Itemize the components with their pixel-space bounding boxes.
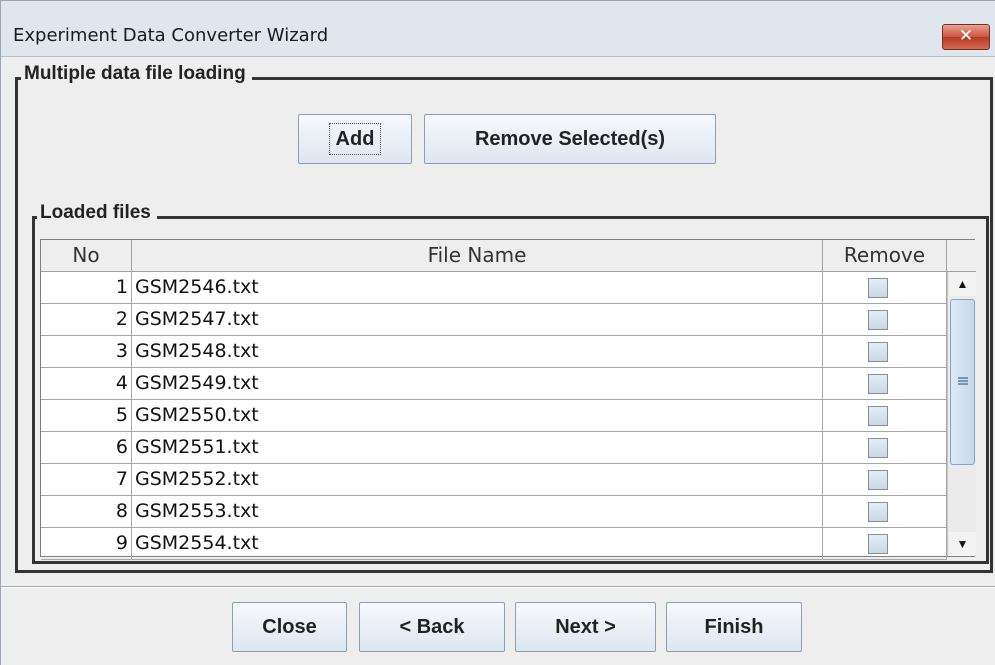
table-row[interactable]: 9 GSM2554.txt bbox=[41, 528, 947, 560]
footer-separator bbox=[1, 586, 995, 588]
table-row[interactable]: 5 GSM2550.txt bbox=[41, 400, 947, 432]
file-name-cell[interactable]: GSM2549.txt bbox=[132, 368, 823, 399]
finish-button[interactable]: Finish bbox=[666, 602, 802, 652]
column-header-no[interactable]: No bbox=[41, 240, 132, 271]
remove-cell bbox=[823, 368, 947, 399]
window-title: Experiment Data Converter Wizard bbox=[13, 25, 329, 46]
table-row[interactable]: 7 GSM2552.txt bbox=[41, 464, 947, 496]
remove-cell bbox=[823, 400, 947, 431]
scrollbar-thumb[interactable] bbox=[950, 299, 975, 465]
remove-checkbox[interactable] bbox=[868, 278, 888, 298]
file-name-cell[interactable]: GSM2551.txt bbox=[132, 432, 823, 463]
remove-cell bbox=[823, 336, 947, 367]
row-number: 1 bbox=[41, 272, 132, 303]
table-body: 1 GSM2546.txt 2 GSM2547.txt 3 GSM2548.tx… bbox=[41, 272, 947, 560]
file-name-cell[interactable]: GSM2552.txt bbox=[132, 464, 823, 495]
table-row[interactable]: 6 GSM2551.txt bbox=[41, 432, 947, 464]
table-header: No File Name Remove bbox=[41, 240, 976, 272]
column-header-file-name[interactable]: File Name bbox=[132, 240, 823, 271]
remove-checkbox[interactable] bbox=[868, 406, 888, 426]
row-number: 8 bbox=[41, 496, 132, 527]
close-button[interactable]: Close bbox=[232, 602, 347, 652]
remove-checkbox[interactable] bbox=[868, 534, 888, 554]
row-number: 7 bbox=[41, 464, 132, 495]
remove-cell bbox=[823, 496, 947, 527]
file-name-cell[interactable]: GSM2547.txt bbox=[132, 304, 823, 335]
row-number: 6 bbox=[41, 432, 132, 463]
file-name-cell[interactable]: GSM2548.txt bbox=[132, 336, 823, 367]
remove-checkbox[interactable] bbox=[868, 470, 888, 490]
row-number: 3 bbox=[41, 336, 132, 367]
file-name-cell[interactable]: GSM2553.txt bbox=[132, 496, 823, 527]
multiple-data-file-loading-legend: Multiple data file loading bbox=[21, 63, 252, 85]
title-bar[interactable]: Experiment Data Converter Wizard ✕ bbox=[1, 1, 995, 57]
arrow-up-icon: ▲ bbox=[956, 277, 969, 291]
table-row[interactable]: 1 GSM2546.txt bbox=[41, 272, 947, 304]
remove-cell bbox=[823, 528, 947, 559]
remove-checkbox[interactable] bbox=[868, 374, 888, 394]
add-button[interactable]: Add bbox=[298, 114, 412, 164]
wizard-window: Experiment Data Converter Wizard ✕ Multi… bbox=[0, 0, 995, 665]
column-header-remove[interactable]: Remove bbox=[823, 240, 947, 271]
loaded-files-table: No File Name Remove 1 GSM2546.txt 2 GSM2… bbox=[40, 239, 976, 560]
remove-cell bbox=[823, 272, 947, 303]
loaded-files-legend: Loaded files bbox=[37, 202, 157, 224]
table-row[interactable]: 3 GSM2548.txt bbox=[41, 336, 947, 368]
table-row[interactable]: 2 GSM2547.txt bbox=[41, 304, 947, 336]
remove-checkbox[interactable] bbox=[868, 310, 888, 330]
table-row[interactable]: 4 GSM2549.txt bbox=[41, 368, 947, 400]
next-button[interactable]: Next > bbox=[515, 602, 656, 652]
file-name-cell[interactable]: GSM2554.txt bbox=[132, 528, 823, 559]
remove-selected-button[interactable]: Remove Selected(s) bbox=[424, 114, 716, 164]
row-number: 4 bbox=[41, 368, 132, 399]
remove-checkbox[interactable] bbox=[868, 502, 888, 522]
arrow-down-icon: ▼ bbox=[956, 537, 969, 551]
row-number: 5 bbox=[41, 400, 132, 431]
file-name-cell[interactable]: GSM2546.txt bbox=[132, 272, 823, 303]
back-button[interactable]: < Back bbox=[359, 602, 505, 652]
row-number: 9 bbox=[41, 528, 132, 559]
remove-checkbox[interactable] bbox=[868, 438, 888, 458]
table-row[interactable]: 8 GSM2553.txt bbox=[41, 496, 947, 528]
add-button-label: Add bbox=[328, 123, 382, 155]
scroll-up-button[interactable]: ▲ bbox=[949, 272, 976, 296]
remove-cell bbox=[823, 304, 947, 335]
file-name-cell[interactable]: GSM2550.txt bbox=[132, 400, 823, 431]
grip-icon bbox=[958, 377, 968, 385]
remove-cell bbox=[823, 464, 947, 495]
close-icon: ✕ bbox=[958, 26, 974, 46]
vertical-scrollbar[interactable]: ▲ ▼ bbox=[947, 272, 976, 556]
window-close-button[interactable]: ✕ bbox=[942, 24, 990, 50]
scroll-down-button[interactable]: ▼ bbox=[949, 532, 976, 556]
header-corner bbox=[947, 240, 976, 271]
remove-cell bbox=[823, 432, 947, 463]
row-number: 2 bbox=[41, 304, 132, 335]
remove-checkbox[interactable] bbox=[868, 342, 888, 362]
